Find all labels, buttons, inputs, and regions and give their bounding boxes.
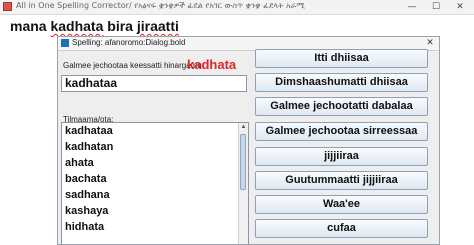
change-all-button[interactable]: Guutummaatti jijjiiraa xyxy=(255,171,428,190)
suggestion-item[interactable]: sadhana xyxy=(65,188,110,202)
edit-dictionary-button[interactable]: Galmee jechootaa sirreessaa xyxy=(255,122,428,141)
not-found-label: Galmee jechootaa keessatti hinargamu: xyxy=(63,61,204,70)
suggestion-item[interactable]: bachata xyxy=(65,172,107,186)
editor-word-misspelled: kadhata xyxy=(50,18,104,34)
suggestion-item[interactable]: ahata xyxy=(65,156,94,170)
ignore-all-button[interactable]: Dimshaashumatti dhiisaa xyxy=(255,73,428,92)
minimize-button[interactable]: — xyxy=(402,0,422,14)
suggestion-item[interactable]: kadhataa xyxy=(65,124,113,138)
close-button[interactable]: cufaa xyxy=(255,219,428,238)
suggestion-item[interactable]: kashaya xyxy=(65,204,108,218)
editor-word: mana xyxy=(10,18,47,34)
scroll-up-arrow-icon[interactable]: ▲ xyxy=(239,123,248,132)
app-icon xyxy=(3,2,12,11)
close-window-button[interactable]: ✕ xyxy=(450,0,470,14)
java-app-icon xyxy=(61,39,69,47)
about-button[interactable]: Waa'ee xyxy=(255,195,428,214)
main-title-bar: All in One Spelling Corrector/ የአፅናፍ ቋንቋ… xyxy=(0,0,474,15)
add-to-dictionary-button[interactable]: Galmee jechootatti dabalaa xyxy=(255,97,428,116)
dialog-title: Spelling: afanoromo:Dialog.bold xyxy=(72,38,186,47)
not-found-word: kadhata xyxy=(187,57,237,72)
spelling-dialog: Spelling: afanoromo:Dialog.bold ✕ Galmee… xyxy=(57,36,440,245)
scroll-thumb[interactable] xyxy=(240,134,246,190)
suggestions-scrollbar[interactable]: ▲ xyxy=(238,123,248,244)
suggestions-list[interactable]: kadhataa kadhatan ahata bachata sadhana … xyxy=(61,122,249,244)
replacement-word-field[interactable]: kadhataa xyxy=(61,75,247,92)
change-button[interactable]: jijjiiraa xyxy=(255,147,428,166)
editor-word: bira xyxy=(107,18,133,34)
maximize-button[interactable]: ☐ xyxy=(426,0,446,14)
editor-word-misspelled: jiraatti xyxy=(136,18,179,34)
suggestion-item[interactable]: hidhata xyxy=(65,220,104,234)
suggestion-item[interactable]: kadhatan xyxy=(65,140,113,154)
editor-text-area[interactable]: mana kadhata bira jiraatti xyxy=(10,18,179,34)
window-title: All in One Spelling Corrector/ የአፅናፍ ቋንቋ… xyxy=(16,1,305,10)
ignore-button[interactable]: Itti dhiisaa xyxy=(255,49,428,68)
